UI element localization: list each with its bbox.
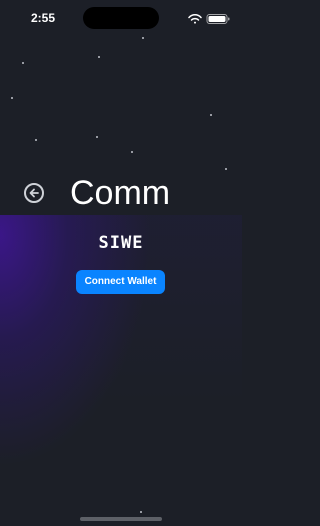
status-icons <box>188 12 232 24</box>
battery-icon <box>206 14 230 24</box>
app-screen: 2:55 Comm SIWE Connect Wallet <box>0 0 242 526</box>
star <box>131 151 133 153</box>
star <box>140 511 142 513</box>
dynamic-island <box>83 7 159 29</box>
star <box>98 56 100 58</box>
siwe-label: SIWE <box>98 233 144 253</box>
page-title: Comm <box>70 174 171 212</box>
star <box>22 62 24 64</box>
status-bar: 2:55 <box>0 0 242 36</box>
connect-wallet-button[interactable]: Connect Wallet <box>76 270 165 294</box>
home-indicator <box>80 517 162 521</box>
status-time: 2:55 <box>31 11 56 25</box>
background-glow <box>0 215 242 526</box>
star <box>11 97 13 99</box>
star <box>210 114 212 116</box>
wifi-icon <box>188 14 202 24</box>
star <box>225 168 227 170</box>
star <box>142 37 144 39</box>
back-button[interactable] <box>24 183 44 203</box>
star <box>96 136 98 138</box>
back-arrow-icon <box>29 188 39 198</box>
star <box>35 139 37 141</box>
